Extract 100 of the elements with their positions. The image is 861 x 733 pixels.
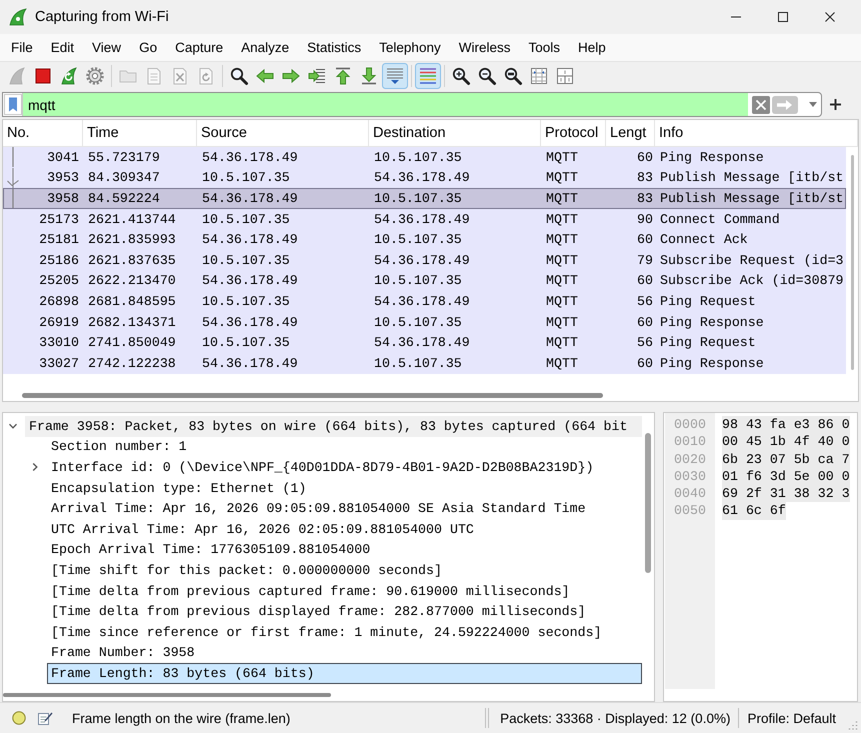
column-header[interactable]: Time <box>83 120 197 146</box>
hex-bytes[interactable]: 6b 23 07 5b ca 7 <box>722 450 850 468</box>
note-pencil-icon[interactable] <box>37 710 53 726</box>
tree-item[interactable]: Frame Length: 83 bytes (664 bits) <box>47 663 642 684</box>
resize-columns-icon[interactable] <box>529 66 549 86</box>
menu-item[interactable]: File <box>2 40 42 55</box>
packet-length: 90 <box>636 212 654 227</box>
menu-item[interactable]: Wireless <box>450 40 520 55</box>
packet-length: 56 <box>636 294 654 309</box>
source-address: 54.36.178.49 <box>201 232 299 248</box>
hex-offset: 0020 <box>673 450 707 468</box>
tree-item[interactable]: Frame 3958: Packet, 83 bytes on wire (664 bits), 83 bytes captured (664 bit <box>25 416 642 437</box>
tree-item[interactable]: Section number: 1 <box>47 436 642 458</box>
packet-row[interactable]: 3041 55.723179 54.36.178.49 10.5.107.35 MQTT 60 Ping Response <box>3 147 846 168</box>
packet-row[interactable]: 3953 84.309347 10.5.107.35 54.36.178.49 MQTT 83 Publish Message [itb/st <box>3 168 846 188</box>
menu-item[interactable]: Telephony <box>370 40 450 55</box>
packet-row[interactable]: 26898 2681.848595 10.5.107.35 54.36.178.49 MQTT 56 Ping Request <box>3 291 846 312</box>
packet-row[interactable]: 3958 84.592224 54.36.178.49 10.5.107.35 MQTT 83 Publish Message [itb/st <box>3 188 846 209</box>
tree-item[interactable]: Epoch Arrival Time: 1776305109.881054000 <box>47 540 642 560</box>
hex-offset: 0000 <box>673 416 707 434</box>
packet-row[interactable]: 25205 2622.213470 54.36.178.49 10.5.107.35 MQTT 60 Subscribe Ack (id=30879 <box>3 270 846 292</box>
autoscroll-icon[interactable] <box>382 63 408 89</box>
field-info-text: Frame length on the wire (frame.len) <box>72 710 292 726</box>
clear-icon[interactable] <box>752 96 770 114</box>
column-header[interactable]: No. <box>3 120 83 146</box>
maximize-icon[interactable] <box>778 12 788 22</box>
close-icon[interactable] <box>825 12 835 22</box>
arrow-right-icon[interactable] <box>281 66 301 86</box>
column-header[interactable]: Info <box>655 120 858 146</box>
menu-item[interactable]: Statistics <box>298 40 370 55</box>
packet-row[interactable]: 25181 2621.835993 54.36.178.49 10.5.107.35 MQTT 60 Connect Ack <box>3 229 846 250</box>
destination-address: 54.36.178.49 <box>373 294 471 309</box>
colored-lines-icon[interactable] <box>415 63 441 89</box>
profile-text[interactable]: Profile: Default <box>739 710 848 726</box>
search-icon[interactable] <box>229 66 249 86</box>
tree-item[interactable]: Encapsulation type: Ethernet (1) <box>47 478 642 498</box>
tree-item[interactable]: Arrival Time: Apr 16, 2026 09:05:09.881054000 SE Asia Standard Time <box>47 498 642 519</box>
packet-time: 2622.213470 <box>87 273 177 288</box>
hex-offset: 0050 <box>673 502 707 520</box>
hex-bytes[interactable]: 69 2f 31 38 32 3 <box>722 485 850 502</box>
tree-item[interactable]: Frame Number: 3958 <box>47 642 642 664</box>
vertical-scrollbar[interactable] <box>850 155 854 370</box>
vertical-scrollbar[interactable] <box>645 433 651 573</box>
column-header[interactable]: Protocol <box>541 120 606 146</box>
menu-item[interactable]: Capture <box>166 40 232 55</box>
packet-number: 25181 <box>38 232 80 248</box>
zoom-out-icon[interactable] <box>477 66 497 86</box>
tree-item[interactable]: [Time since reference or first frame: 1 minute, 24.592224000 seconds] <box>47 622 642 643</box>
packet-time: 84.592224 <box>87 190 161 206</box>
tree-item[interactable]: UTC Arrival Time: Apr 16, 2026 02:05:09.881054000 UTC <box>47 518 642 540</box>
go-to-packet-icon[interactable] <box>307 66 327 86</box>
tree-item[interactable]: [Time shift for this packet: 0.000000000 seconds] <box>47 560 642 581</box>
filter-input[interactable]: mqtt <box>22 93 748 116</box>
hex-bytes[interactable]: 01 f6 3d 5e 00 0 <box>722 468 850 486</box>
packet-row[interactable]: 26919 2682.134371 54.36.178.49 10.5.107.35 MQTT 60 Ping Response <box>3 312 846 332</box>
column-header[interactable]: Destination <box>369 120 541 146</box>
arrow-left-icon[interactable] <box>255 66 275 86</box>
caret-icon[interactable] <box>809 102 817 107</box>
packet-row[interactable]: 25173 2621.413744 10.5.107.35 54.36.178.49 MQTT 90 Connect Command <box>3 208 846 230</box>
hex-bytes[interactable]: 98 43 fa e3 86 0 <box>722 416 850 434</box>
plus-icon[interactable] <box>830 99 841 110</box>
packet-number: 3953 <box>46 170 80 186</box>
menu-item[interactable]: View <box>83 40 130 55</box>
stop-icon[interactable] <box>33 66 53 86</box>
packet-length: 83 <box>636 170 654 186</box>
zoom-reset-icon[interactable] <box>503 66 523 86</box>
packet-length: 60 <box>636 273 654 288</box>
arrow-up-icon[interactable] <box>333 66 353 86</box>
tree-item[interactable]: [Time delta from previous displayed frame: 282.877000 milliseconds] <box>47 601 642 622</box>
menu-item[interactable]: Edit <box>42 40 84 55</box>
column-header[interactable]: Lengt <box>606 120 655 146</box>
chevron-right-icon[interactable] <box>31 463 39 472</box>
hex-bytes[interactable]: 61 6c 6f <box>722 502 786 520</box>
restart-icon[interactable] <box>59 66 79 86</box>
resize-grip-icon[interactable] <box>848 720 858 730</box>
horizontal-scrollbar[interactable] <box>22 393 603 398</box>
packet-row[interactable]: 33027 2742.122238 54.36.178.49 10.5.107.35 MQTT 60 Ping Response <box>3 352 846 374</box>
gear-icon[interactable] <box>85 66 105 86</box>
destination-address: 54.36.178.49 <box>373 335 471 350</box>
column-header[interactable]: Source <box>197 120 369 146</box>
packet-row[interactable]: 33010 2741.850049 10.5.107.35 54.36.178.49 MQTT 56 Ping Request <box>3 332 846 353</box>
menu-item[interactable]: Analyze <box>232 40 298 55</box>
horizontal-scrollbar[interactable] <box>3 693 331 697</box>
menu-item[interactable]: Go <box>130 40 166 55</box>
layout-icon[interactable] <box>555 66 575 86</box>
arrow-down-icon[interactable] <box>359 66 379 86</box>
hex-bytes[interactable]: 00 45 1b 4f 40 0 <box>722 433 850 451</box>
packet-row[interactable]: 25186 2621.837635 10.5.107.35 54.36.178.49 MQTT 79 Subscribe Request (id=3 <box>3 250 846 271</box>
tree-item[interactable]: Interface id: 0 (\Device\NPF_{40D01DDA-8D79-4B01-9A2D-D2B08BA2319D}) <box>47 457 642 478</box>
status-dot-icon[interactable] <box>12 711 26 725</box>
tree-item[interactable]: [Time delta from previous captured frame: 90.619000 milliseconds] <box>47 580 642 602</box>
shark-fin-icon <box>9 8 27 26</box>
destination-address: 10.5.107.35 <box>373 273 463 288</box>
chevron-down-icon[interactable] <box>9 422 17 430</box>
bookmark-icon[interactable] <box>4 94 22 115</box>
menu-item[interactable]: Help <box>569 40 615 55</box>
window-title: Capturing from Wi-Fi <box>35 9 169 25</box>
protocol-name: MQTT <box>545 314 579 330</box>
menu-item[interactable]: Tools <box>519 40 569 55</box>
zoom-in-icon[interactable] <box>451 66 471 86</box>
